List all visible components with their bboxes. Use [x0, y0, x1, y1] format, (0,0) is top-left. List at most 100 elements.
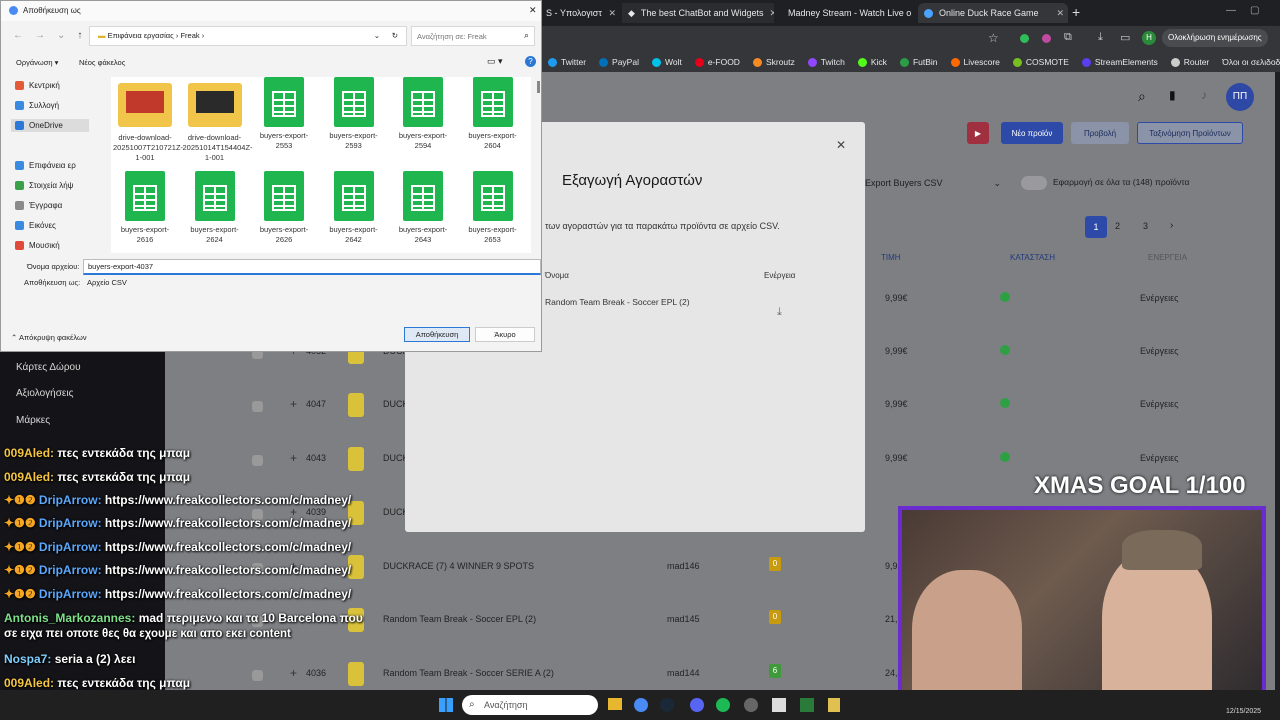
extension-icon[interactable]	[1042, 34, 1051, 43]
download-icon[interactable]: ⤓	[1098, 31, 1103, 44]
file-item[interactable]: buyers-export-2653	[461, 171, 525, 245]
split-view-icon[interactable]: ▭	[1120, 31, 1130, 44]
sidebar-item-music[interactable]: Μουσική	[15, 241, 60, 250]
expand-icon[interactable]: +	[290, 451, 297, 465]
file-item[interactable]: buyers-export-2594	[391, 77, 455, 151]
stats-icon[interactable]: ▮	[1169, 88, 1176, 102]
spotify-icon[interactable]	[716, 698, 730, 712]
file-item[interactable]: drive-download-20251007T210721Z-1-001	[113, 77, 183, 163]
new-tab-button[interactable]: +	[1072, 4, 1080, 20]
bookmark-item[interactable]: StreamElements	[1081, 57, 1158, 67]
row-actions-button[interactable]: Ενέργειες	[1140, 453, 1179, 463]
help-icon[interactable]: ?	[525, 56, 536, 67]
file-item[interactable]: buyers-export-2616	[113, 171, 177, 245]
file-item[interactable]: drive-download-20251014T154404Z-1-001	[183, 77, 253, 163]
status-toggle-icon[interactable]	[1000, 452, 1010, 462]
sidebar-item-gallery[interactable]: Συλλογή	[15, 101, 59, 110]
avatar[interactable]: ΠΠ	[1226, 83, 1254, 111]
scrollbar[interactable]	[537, 81, 540, 93]
extension-icon[interactable]	[1020, 34, 1029, 43]
download-icon[interactable]: ⤓	[777, 306, 782, 319]
breadcrumb-desktop[interactable]: Επιφάνεια εργασίας	[108, 31, 174, 40]
chevron-down-icon[interactable]: ⌄	[374, 27, 380, 45]
file-item[interactable]: buyers-export-2643	[391, 171, 455, 245]
hide-folders-toggle[interactable]: ⌃ Απόκρυψη φακέλων	[11, 333, 87, 342]
save-button[interactable]: Αποθήκευση	[404, 327, 470, 342]
view-options-icon[interactable]: ▭ ▾	[487, 56, 503, 67]
bookmark-item[interactable]: e-FOOD	[694, 57, 740, 67]
file-item[interactable]: buyers-export-2593	[322, 77, 386, 151]
obs-icon[interactable]	[744, 698, 758, 712]
bookmark-item[interactable]: Wolt	[651, 57, 682, 67]
expand-icon[interactable]: +	[290, 666, 297, 680]
close-icon[interactable]: ✕	[529, 5, 537, 16]
file-item[interactable]: buyers-export-2624	[183, 171, 247, 245]
bookmark-item[interactable]: Kick	[857, 57, 887, 67]
filename-input[interactable]: buyers-export-4037	[83, 259, 541, 275]
bookmark-item[interactable]: COSMOTE	[1012, 57, 1069, 67]
page-2-button[interactable]: 2	[1115, 221, 1120, 231]
sidebar-item-picture[interactable]: Εικόνες	[15, 221, 56, 230]
page-1-button[interactable]: 1	[1085, 216, 1107, 238]
sidebar-item-download[interactable]: Στοιχεία λήψ	[15, 181, 73, 190]
app-icon[interactable]	[828, 698, 840, 712]
new-folder-button[interactable]: Νέος φάκελος	[79, 58, 125, 67]
file-item[interactable]: buyers-export-2626	[252, 171, 316, 245]
steam-icon[interactable]	[660, 698, 674, 712]
extensions-icon[interactable]: ⧉	[1064, 31, 1072, 44]
bell-icon[interactable]: ♪	[1201, 88, 1207, 102]
nav-brands[interactable]: Μάρκες	[16, 415, 50, 426]
nav-reviews[interactable]: Αξιολογήσεις	[16, 388, 73, 399]
windows-start-icon[interactable]	[439, 698, 453, 712]
browser-tab[interactable]: Madney Stream - Watch Live o✕	[776, 3, 916, 23]
bookmark-item[interactable]: FutBin	[899, 57, 938, 67]
apply-all-toggle[interactable]	[1021, 176, 1047, 190]
next-page-icon[interactable]: ›	[1170, 220, 1173, 231]
export-select[interactable]: Export Buyers CSV ⌄	[865, 172, 1005, 194]
file-item[interactable]: buyers-export-2553	[252, 77, 316, 151]
view-button[interactable]: Προβολή	[1071, 122, 1129, 144]
file-item[interactable]: buyers-export-2642	[322, 171, 386, 245]
profile-avatar[interactable]: H	[1142, 31, 1156, 45]
browser-tab-active[interactable]: Online Duck Race Game ✕	[918, 3, 1068, 23]
row-checkbox[interactable]	[252, 670, 263, 681]
search-icon[interactable]: ⌕	[1138, 88, 1146, 105]
browser-tab[interactable]: S - Υπολογιστ ✕	[540, 3, 620, 23]
bookmark-item[interactable]: Livescore	[950, 57, 1000, 67]
row-checkbox[interactable]	[252, 401, 263, 412]
sidebar-item-desktop[interactable]: Επιφάνεια ερ	[15, 161, 76, 170]
file-explorer-icon[interactable]	[608, 698, 622, 710]
discord-icon[interactable]	[690, 698, 704, 712]
bookmark-item[interactable]: Twitch	[807, 57, 845, 67]
refresh-icon[interactable]: ↻	[392, 27, 398, 45]
search-field[interactable]	[412, 27, 512, 45]
chrome-icon[interactable]	[634, 698, 648, 712]
nav-arrows[interactable]: ←→⌄↑	[13, 30, 94, 41]
bookmark-item[interactable]: Router	[1170, 57, 1209, 67]
status-toggle-icon[interactable]	[1000, 292, 1010, 302]
youtube-button[interactable]: ▶	[967, 122, 989, 144]
browser-tab[interactable]: ◆ The best ChatBot and Widgets ✕	[622, 3, 774, 23]
row-actions-button[interactable]: Ενέργειες	[1140, 399, 1179, 409]
page-3-button[interactable]: 3	[1143, 221, 1148, 231]
status-toggle-icon[interactable]	[1000, 345, 1010, 355]
row-actions-button[interactable]: Ενέργειες	[1140, 346, 1179, 356]
sidebar-item-home[interactable]: Κεντρική	[15, 81, 60, 90]
sort-products-button[interactable]: Ταξινόμηση Προϊόντων	[1137, 122, 1243, 144]
search-input[interactable]: ⌕	[411, 26, 535, 46]
expand-icon[interactable]: +	[290, 397, 297, 411]
excel-icon[interactable]	[800, 698, 814, 712]
close-icon[interactable]: ✕	[608, 8, 620, 19]
sidebar-item-cloud[interactable]: OneDrive	[11, 119, 89, 132]
bookmark-item[interactable]: PayPal	[599, 57, 639, 67]
row-actions-button[interactable]: Ενέργειες	[1140, 293, 1179, 303]
nav-gift-cards[interactable]: Κάρτες Δώρου	[16, 362, 81, 373]
savetype-select[interactable]: Αρχείο CSV	[83, 275, 541, 291]
breadcrumb-freak[interactable]: Freak	[180, 31, 199, 40]
close-icon[interactable]: ✕	[836, 138, 846, 152]
taskbar-search[interactable]: Αναζήτηση	[462, 695, 598, 715]
window-controls[interactable]: —▢	[1226, 5, 1273, 16]
all-bookmarks[interactable]: Όλοι οι σελιδοδείκτες	[1222, 57, 1280, 67]
new-product-button[interactable]: Νέο προϊόν	[1001, 122, 1063, 144]
bookmark-item[interactable]: Skroutz	[752, 57, 795, 67]
